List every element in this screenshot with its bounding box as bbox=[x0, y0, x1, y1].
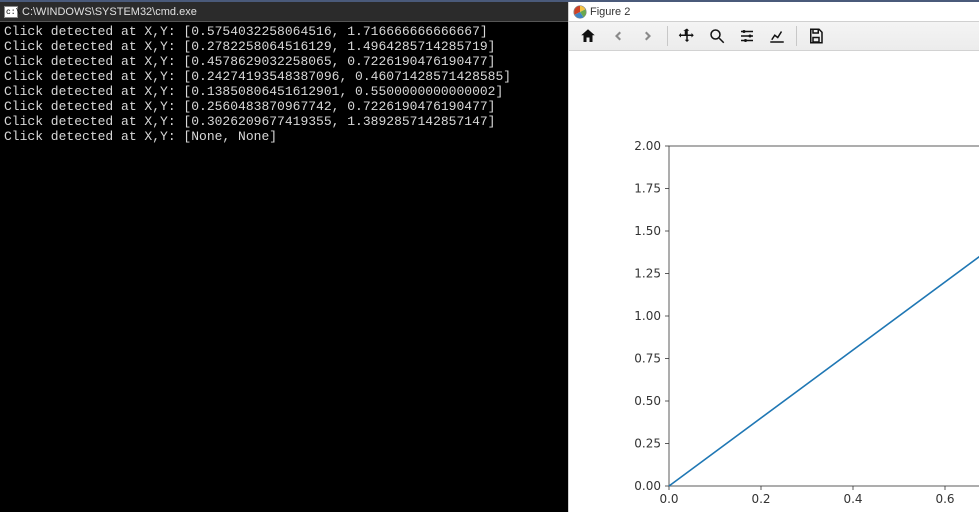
chart-line-icon bbox=[768, 27, 786, 45]
pan-button[interactable] bbox=[672, 23, 702, 49]
cmd-output[interactable]: Click detected at X,Y: [0.57540322580645… bbox=[0, 22, 568, 512]
cmd-output-line: Click detected at X,Y: [0.27822580645161… bbox=[4, 39, 564, 54]
save-icon bbox=[807, 27, 825, 45]
y-tick-label: 0.00 bbox=[634, 479, 661, 493]
y-tick-label: 0.25 bbox=[634, 437, 661, 451]
x-tick-label: 0.0 bbox=[659, 492, 678, 506]
y-tick-label: 1.75 bbox=[634, 182, 661, 196]
y-tick-label: 1.00 bbox=[634, 309, 661, 323]
cmd-window: c:\ C:\WINDOWS\SYSTEM32\cmd.exe Click de… bbox=[0, 2, 568, 512]
home-icon bbox=[579, 27, 597, 45]
home-button[interactable] bbox=[573, 23, 603, 49]
back-button[interactable] bbox=[603, 23, 633, 49]
zoom-button[interactable] bbox=[702, 23, 732, 49]
cmd-icon: c:\ bbox=[4, 6, 18, 18]
cmd-output-line: Click detected at X,Y: [0.57540322580645… bbox=[4, 24, 564, 39]
cmd-output-line: Click detected at X,Y: [0.30262096774193… bbox=[4, 114, 564, 129]
cmd-titlebar[interactable]: c:\ C:\WINDOWS\SYSTEM32\cmd.exe bbox=[0, 2, 568, 22]
figure-title: Figure 2 bbox=[590, 6, 630, 18]
y-tick-label: 2.00 bbox=[634, 139, 661, 153]
x-tick-label: 0.4 bbox=[843, 492, 862, 506]
forward-arrow-icon bbox=[639, 27, 657, 45]
figure-window: Figure 2 bbox=[568, 2, 979, 512]
y-tick-label: 0.75 bbox=[634, 352, 661, 366]
cmd-output-line: Click detected at X,Y: [0.13850806451612… bbox=[4, 84, 564, 99]
sliders-icon bbox=[738, 27, 756, 45]
zoom-icon bbox=[708, 27, 726, 45]
cmd-output-line: Click detected at X,Y: [0.45786290322580… bbox=[4, 54, 564, 69]
forward-button[interactable] bbox=[633, 23, 663, 49]
y-tick-label: 1.50 bbox=[634, 224, 661, 238]
plot-canvas[interactable]: 0.00 0.25 0.50 0.75 1.00 1.25 1.50 1.75 2.00 0.0 0… bbox=[569, 51, 979, 512]
data-series-line bbox=[669, 146, 979, 486]
y-tick-label: 1.25 bbox=[634, 267, 661, 281]
save-button[interactable] bbox=[801, 23, 831, 49]
x-tick-label: 0.6 bbox=[935, 492, 954, 506]
plot-svg: 0.00 0.25 0.50 0.75 1.00 1.25 1.50 1.75 2.00 0.0 0… bbox=[569, 51, 979, 512]
matplotlib-icon bbox=[573, 5, 587, 19]
cmd-output-line: Click detected at X,Y: [None, None] bbox=[4, 129, 564, 144]
figure-toolbar bbox=[569, 22, 979, 51]
figure-titlebar[interactable]: Figure 2 bbox=[569, 2, 979, 22]
x-tick-label: 0.2 bbox=[751, 492, 770, 506]
cmd-output-line: Click detected at X,Y: [0.24274193548387… bbox=[4, 69, 564, 84]
toolbar-separator bbox=[667, 26, 668, 46]
subplots-button[interactable] bbox=[732, 23, 762, 49]
edit-axis-button[interactable] bbox=[762, 23, 792, 49]
cmd-title: C:\WINDOWS\SYSTEM32\cmd.exe bbox=[22, 6, 197, 18]
move-icon bbox=[678, 27, 696, 45]
cmd-output-line: Click detected at X,Y: [0.25604838709677… bbox=[4, 99, 564, 114]
y-tick-label: 0.50 bbox=[634, 394, 661, 408]
back-arrow-icon bbox=[609, 27, 627, 45]
toolbar-separator bbox=[796, 26, 797, 46]
